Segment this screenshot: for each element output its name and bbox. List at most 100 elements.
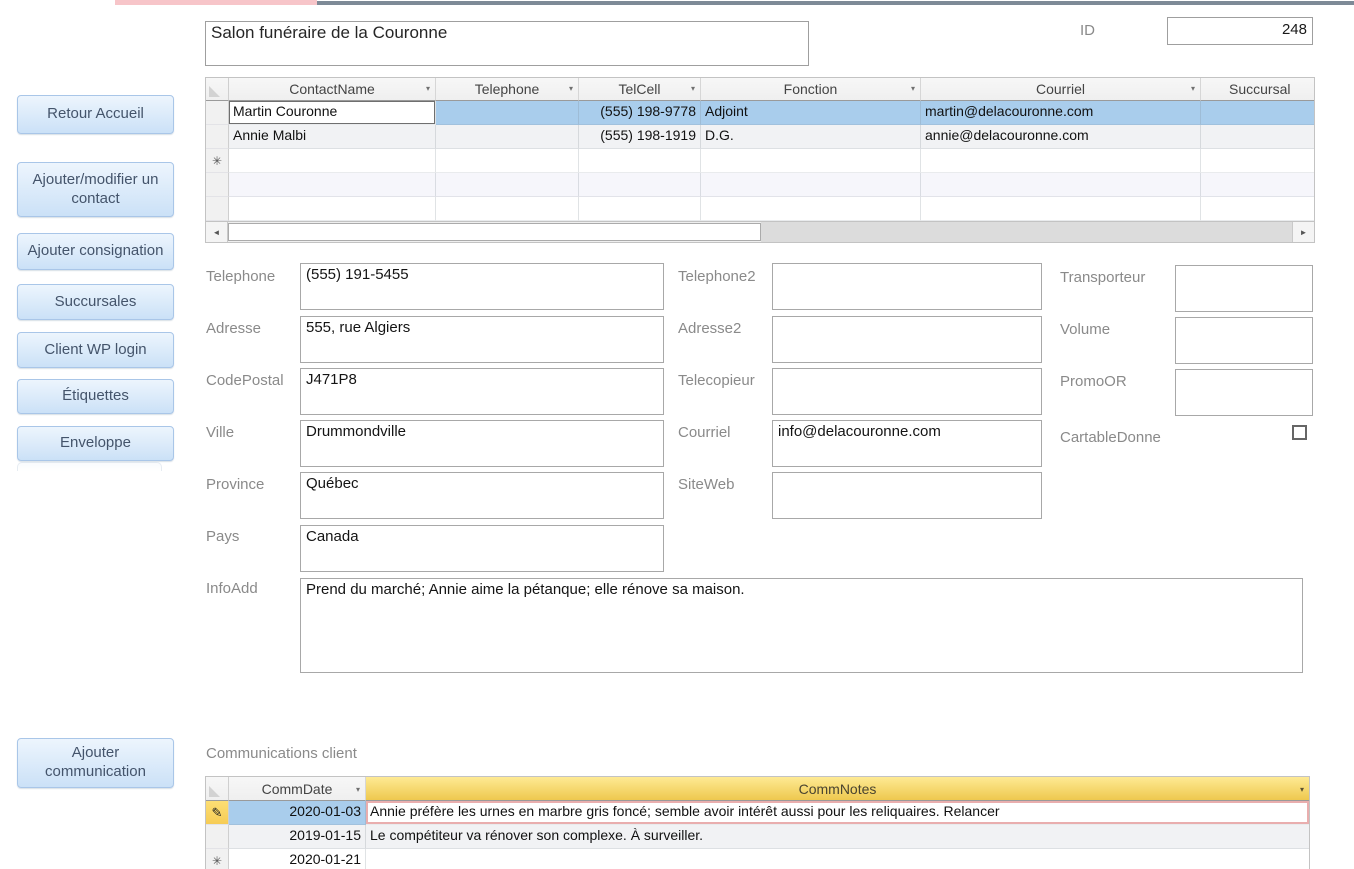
select-all-corner[interactable] [206, 777, 229, 801]
table-row-blank [206, 197, 1314, 221]
column-header-succursale[interactable]: Succursal [1201, 78, 1314, 101]
retour-accueil-button[interactable]: Retour Accueil [17, 95, 174, 134]
client-name-field[interactable]: Salon funéraire de la Couronne [205, 21, 809, 66]
cell-empty[interactable] [701, 149, 921, 173]
cell-blank [579, 173, 701, 197]
cell-empty[interactable] [921, 149, 1201, 173]
new-record-selector[interactable]: ✳ [206, 849, 229, 869]
tab-strip-divider [317, 1, 1354, 5]
pencil-icon: ✎ [212, 805, 223, 821]
scroll-left-icon[interactable]: ◄ [206, 222, 228, 242]
row-selector [206, 197, 229, 221]
enveloppe-button[interactable]: Enveloppe [17, 426, 174, 461]
column-header-label: Succursal [1229, 81, 1290, 97]
chevron-down-icon[interactable]: ▾ [1191, 84, 1195, 93]
chevron-down-icon[interactable]: ▾ [569, 84, 573, 93]
new-record-selector[interactable]: ✳ [206, 149, 229, 173]
chevron-down-icon[interactable]: ▾ [356, 785, 360, 794]
column-header-fonction[interactable]: Fonction▾ [701, 78, 921, 101]
succursales-button[interactable]: Succursales [17, 284, 174, 320]
codepostal-field[interactable]: J471P8 [300, 368, 664, 415]
cell-blank [1201, 197, 1314, 221]
etiquettes-button[interactable]: Étiquettes [17, 379, 174, 414]
cell-commdate[interactable]: 2020-01-03 [229, 801, 366, 825]
cell-commnotes-editing[interactable]: Annie préfère les urnes en marbre gris f… [366, 801, 1309, 825]
horizontal-scrollbar[interactable]: ◄ ► [206, 221, 1314, 242]
cell-succursale[interactable] [1201, 125, 1314, 149]
cell-telcell[interactable]: (555) 198-9778 [579, 101, 701, 125]
client-wp-login-button[interactable]: Client WP login [17, 332, 174, 368]
cell-courriel[interactable]: martin@delacouronne.com [921, 101, 1201, 125]
promoor-label: PromoOR [1060, 373, 1127, 390]
cell-fonction[interactable]: D.G. [701, 125, 921, 149]
cell-empty[interactable] [1201, 149, 1314, 173]
chevron-down-icon[interactable]: ▾ [1300, 785, 1304, 794]
scroll-right-icon[interactable]: ► [1292, 222, 1314, 242]
ajouter-modifier-contact-button[interactable]: Ajouter/modifier un contact [17, 162, 174, 217]
cartabledonne-checkbox[interactable] [1292, 425, 1307, 440]
row-selector[interactable] [206, 125, 229, 149]
column-header-contactname[interactable]: ContactName▾ [229, 78, 436, 101]
column-header-label: CommDate [262, 781, 333, 797]
telephone-field[interactable]: (555) 191-5455 [300, 263, 664, 310]
cell-courriel[interactable]: annie@delacouronne.com [921, 125, 1201, 149]
cell-contactname[interactable]: Annie Malbi [229, 125, 436, 149]
telephone2-field[interactable] [772, 263, 1042, 310]
infoadd-field[interactable]: Prend du marché; Annie aime la pétanque;… [300, 578, 1303, 673]
siteweb-label: SiteWeb [678, 476, 734, 493]
cell-telephone[interactable] [436, 125, 579, 149]
cell-empty[interactable] [229, 149, 436, 173]
row-selector[interactable] [206, 825, 229, 849]
cell-blank [436, 197, 579, 221]
cell-fonction[interactable]: Adjoint [701, 101, 921, 125]
courriel-field[interactable]: info@delacouronne.com [772, 420, 1042, 467]
row-selector-editing[interactable]: ✎ [206, 801, 229, 825]
column-header-telcell[interactable]: TelCell▾ [579, 78, 701, 101]
new-record-icon: ✳ [212, 154, 222, 168]
cell-telephone[interactable] [436, 101, 579, 125]
adresse-field[interactable]: 555, rue Algiers [300, 316, 664, 363]
chevron-down-icon[interactable]: ▾ [691, 84, 695, 93]
cell-commdate[interactable]: 2020-01-21 [229, 849, 366, 869]
cell-contactname[interactable]: Martin Couronne [229, 101, 436, 125]
column-header-courriel[interactable]: Courriel▾ [921, 78, 1201, 101]
pays-field[interactable]: Canada [300, 525, 664, 572]
row-selector[interactable] [206, 101, 229, 125]
table-row-new: ✳ [206, 149, 1314, 173]
id-field[interactable]: 248 [1167, 17, 1313, 45]
courriel-label: Courriel [678, 424, 731, 441]
access-form-window: Salon funéraire de la Couronne ID 248 Re… [0, 0, 1354, 869]
cell-empty[interactable] [579, 149, 701, 173]
ajouter-consignation-button[interactable]: Ajouter consignation [17, 233, 174, 270]
cell-commdate[interactable]: 2019-01-15 [229, 825, 366, 849]
adresse2-field[interactable] [772, 316, 1042, 363]
transporteur-field[interactable] [1175, 265, 1313, 312]
province-field[interactable]: Québec [300, 472, 664, 519]
clipped-button-edge [17, 462, 162, 471]
siteweb-field[interactable] [772, 472, 1042, 519]
column-header-commnotes[interactable]: CommNotes▾ [366, 777, 1309, 801]
active-tab-indicator [115, 0, 317, 5]
scrollbar-thumb[interactable] [228, 223, 761, 241]
chevron-down-icon[interactable]: ▾ [911, 84, 915, 93]
comm-row-editing: ✎ 2020-01-03 Annie préfère les urnes en … [206, 801, 1309, 825]
infoadd-label: InfoAdd [206, 580, 258, 597]
cell-telcell[interactable]: (555) 198-1919 [579, 125, 701, 149]
volume-field[interactable] [1175, 317, 1313, 364]
cell-commnotes[interactable] [366, 849, 1309, 869]
cell-commnotes[interactable]: Le compétiteur va rénover son complexe. … [366, 825, 1309, 849]
chevron-down-icon[interactable]: ▾ [426, 84, 430, 93]
ville-field[interactable]: Drummondville [300, 420, 664, 467]
telecopieur-field[interactable] [772, 368, 1042, 415]
cell-succursale[interactable] [1201, 101, 1314, 125]
column-header-commdate[interactable]: CommDate ▾ [229, 777, 366, 801]
cell-empty[interactable] [436, 149, 579, 173]
comm-row-new: ✳ 2020-01-21 [206, 849, 1309, 869]
province-label: Province [206, 476, 264, 493]
column-header-telephone[interactable]: Telephone▾ [436, 78, 579, 101]
ajouter-communication-button[interactable]: Ajouter communication [17, 738, 174, 788]
select-all-corner[interactable] [206, 78, 229, 101]
cell-blank [701, 173, 921, 197]
scrollbar-track[interactable] [761, 222, 1292, 242]
promoor-field[interactable] [1175, 369, 1313, 416]
